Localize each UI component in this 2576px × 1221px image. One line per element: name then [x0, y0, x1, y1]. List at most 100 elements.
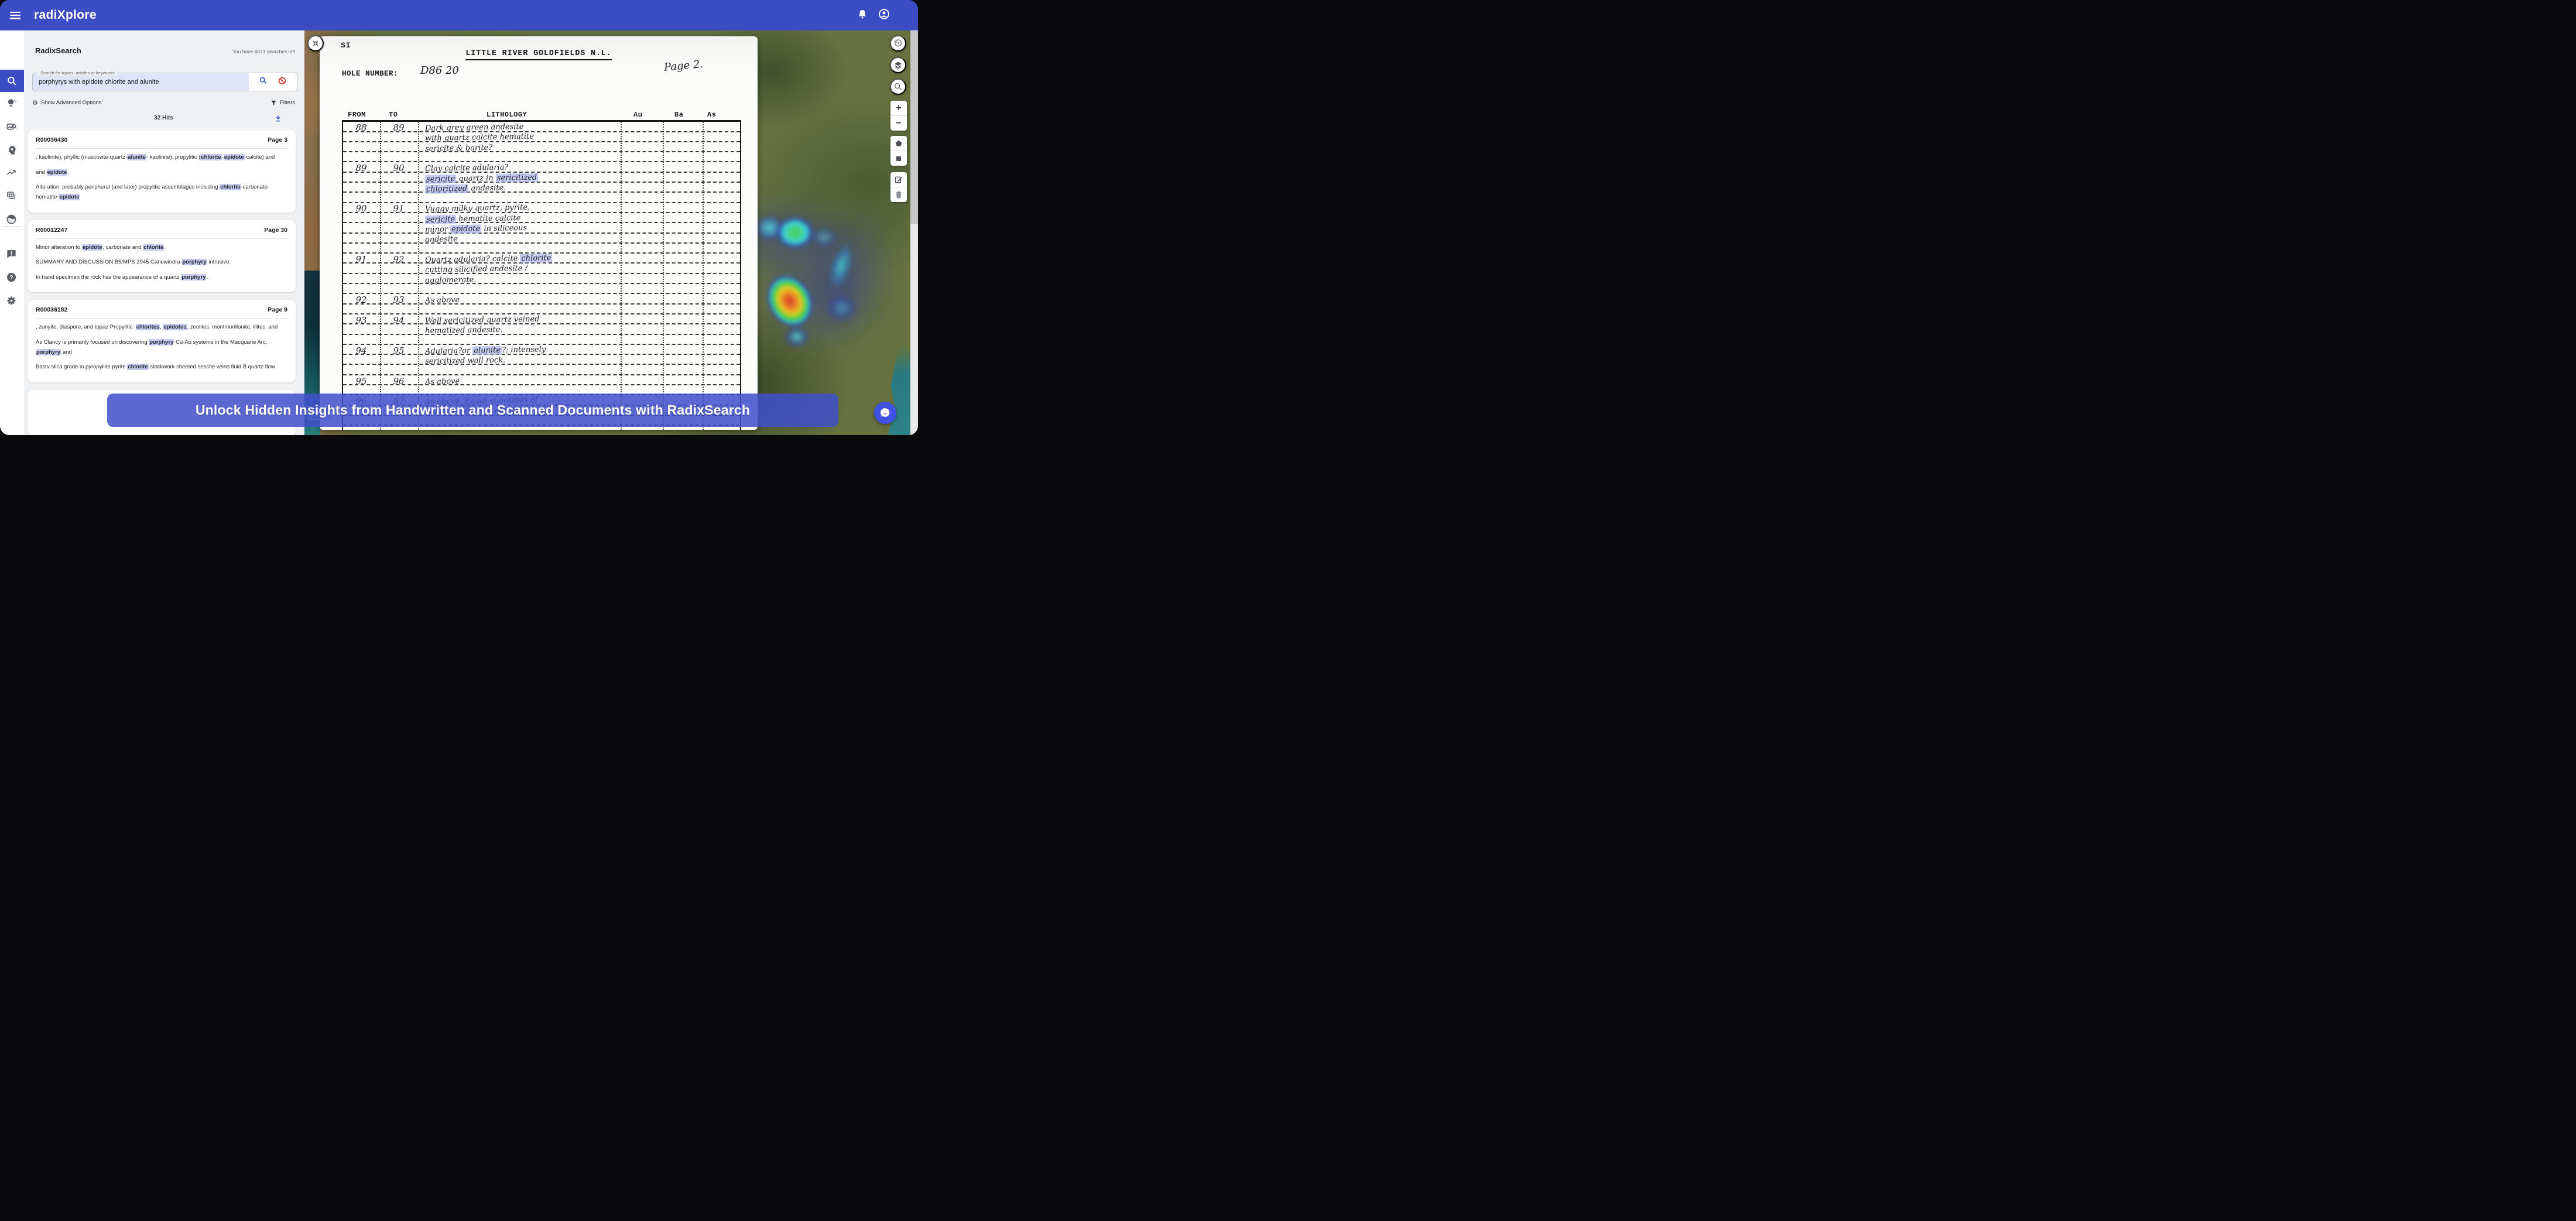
highlighted-term: epidote — [59, 194, 80, 200]
sidebar-item-trending[interactable] — [0, 162, 22, 184]
feedback-icon — [6, 248, 17, 259]
depth-from: 89 — [347, 163, 376, 173]
notifications-icon[interactable] — [857, 9, 868, 22]
highlighted-term: porphyry — [181, 259, 207, 265]
sidebar-item-dataset[interactable] — [0, 184, 22, 207]
scrollbar-track[interactable] — [910, 9, 918, 435]
depth-to: 94 — [384, 315, 413, 326]
ruled-line — [343, 191, 740, 193]
result-snippet: As Clancy is primarily focused on discov… — [36, 338, 287, 357]
map-zoom-in-button[interactable]: + — [890, 101, 907, 115]
account-icon[interactable] — [878, 8, 890, 23]
highlighted-term: chlorites — [136, 324, 160, 330]
highlighted-term: alunite — [127, 154, 146, 160]
sidebar-item-feedback[interactable] — [0, 242, 22, 265]
search-icon — [893, 82, 903, 91]
map-rectangle-button[interactable] — [890, 151, 907, 166]
highlighted-term: epidote — [224, 154, 245, 160]
chat-bubble-icon — [879, 406, 892, 419]
result-id: R00036182 — [36, 306, 67, 313]
map-edit-button[interactable] — [890, 172, 907, 187]
sidebar-item-globe[interactable] — [0, 208, 22, 230]
document-page[interactable]: SI LITTLE RIVER GOLDFIELDS N.L. HOLE NUM… — [320, 36, 758, 430]
result-id: R00036430 — [36, 136, 67, 143]
collapse-icon — [312, 39, 319, 48]
result-snippet: SUMMARY AND DISCUSSION B5/MPS 2945 Canow… — [36, 258, 287, 268]
search-field-label: Search for topics, articles or keywords — [38, 70, 117, 76]
depth-to: 92 — [384, 254, 413, 265]
heatmap-blob — [783, 324, 811, 349]
psychology-icon — [6, 145, 17, 156]
ruled-line — [343, 273, 740, 274]
clear-search-icon[interactable] — [278, 76, 287, 88]
column-separator — [380, 122, 381, 430]
doc-title: LITTLE RIVER GOLDFIELDS N.L. — [320, 49, 758, 58]
result-snippet: and epidote. — [36, 168, 287, 178]
result-snippet: In hand specimen the rock has the appear… — [36, 273, 287, 283]
map-layers-button[interactable] — [890, 57, 906, 73]
result-card[interactable]: R00012247Page 30Minor alteration to epid… — [28, 220, 296, 293]
promo-banner: Unlock Hidden Insights from Handwritten … — [107, 394, 838, 427]
result-card[interactable]: R00036182Page 9, zunyite, diaspore, and … — [28, 300, 296, 382]
sidebar-item-insights-bulb[interactable] — [0, 92, 22, 114]
sidebar-item-image-search[interactable] — [0, 116, 22, 138]
gear-icon: ⚙ — [32, 99, 38, 107]
sidebar-item-settings[interactable] — [0, 289, 22, 312]
doc-corner-mark: SI — [341, 41, 351, 50]
insights-bulb-icon — [6, 98, 17, 109]
map-delete-button[interactable] — [890, 187, 907, 202]
menu-icon[interactable] — [10, 12, 20, 19]
topbar: radiXplore — [0, 0, 918, 30]
search-input[interactable] — [33, 78, 249, 85]
map-polygon-button[interactable] — [890, 136, 907, 151]
filters-button[interactable]: Filters — [270, 100, 295, 106]
depth-to: 93 — [384, 295, 413, 305]
depth-to: 90 — [384, 163, 413, 173]
collapse-document-button[interactable] — [307, 35, 324, 52]
filter-icon — [270, 100, 277, 106]
highlighted-term: sericite — [425, 215, 456, 224]
result-card[interactable]: R00036430Page 3, kaolinite), phyllic (mu… — [28, 130, 296, 213]
sidebar-item-search[interactable] — [0, 70, 24, 92]
depth-to: 95 — [384, 346, 413, 356]
result-page: Page 30 — [264, 227, 287, 234]
trending-icon — [6, 167, 17, 179]
sidebar-item-help[interactable]: ? — [0, 266, 22, 288]
search-submit-icon[interactable] — [259, 76, 268, 88]
download-results-icon[interactable] — [274, 114, 282, 125]
search-panel: RadixSearch You have 4871 searches left … — [24, 30, 304, 435]
advanced-options-button[interactable]: ⚙ Show Advanced Options — [32, 99, 101, 107]
chat-launcher-button[interactable] — [874, 402, 896, 424]
rectangle-icon — [894, 154, 903, 163]
hits-count: 32 Hits — [32, 115, 295, 121]
highlighted-term: chlorite — [220, 184, 241, 190]
depth-to: 89 — [384, 122, 413, 133]
ruled-line — [343, 242, 740, 244]
map-search-button[interactable] — [890, 78, 906, 95]
map-history-button[interactable] — [890, 35, 906, 52]
map-zoom-out-button[interactable]: − — [890, 115, 907, 131]
heatmap-blob — [811, 226, 838, 248]
promo-banner-text: Unlock Hidden Insights from Handwritten … — [196, 402, 750, 418]
scrollbar-thumb[interactable] — [910, 31, 918, 224]
doc-column-header: As — [707, 111, 716, 119]
doc-hole-value: D86 20 — [420, 64, 459, 77]
result-page: Page 3 — [268, 136, 287, 143]
sidebar-item-psychology[interactable] — [0, 139, 22, 161]
result-snippet: Minor alteration to epidote, carbonate a… — [36, 243, 287, 253]
map-control-group — [890, 172, 907, 202]
highlighted-term: epidote — [47, 169, 68, 176]
results-list: R00036430Page 3, kaolinite), phyllic (mu… — [28, 130, 296, 435]
result-snippet: Batzv slica grade in pyropyilite pyrite … — [36, 362, 287, 372]
search-field[interactable]: Search for topics, articles or keywords — [32, 73, 297, 91]
doc-column-header: FROM — [348, 111, 366, 119]
image-search-icon — [6, 122, 17, 133]
highlighted-term: porphyry — [36, 349, 61, 355]
settings-icon — [6, 295, 17, 306]
depth-from: 92 — [347, 295, 376, 305]
delete-icon — [894, 190, 903, 200]
search-icon — [6, 76, 18, 87]
highlighted-term: epidotes — [163, 324, 187, 330]
depth-from: 88 — [347, 122, 376, 133]
highlighted-term: sericitized — [496, 173, 539, 182]
